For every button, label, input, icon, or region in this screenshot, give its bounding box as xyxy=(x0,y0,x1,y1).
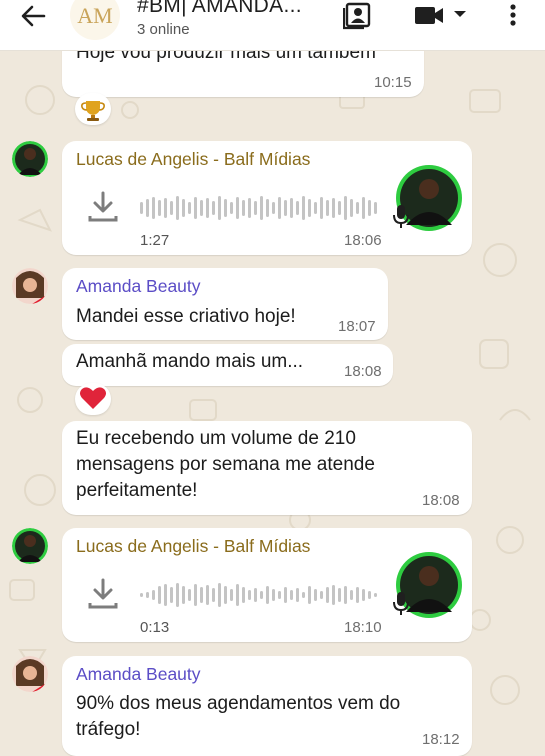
lucas-avatar-image xyxy=(12,141,48,177)
audio-duration: 0:13 xyxy=(140,619,170,636)
sender-name[interactable]: Lucas de Angelis - Balf Mídias xyxy=(76,536,310,557)
contact-card-icon[interactable] xyxy=(343,2,373,30)
message-time: 10:15 xyxy=(374,74,412,91)
microphone-icon xyxy=(393,592,409,615)
back-arrow-icon[interactable] xyxy=(18,3,52,29)
audio-waveform[interactable] xyxy=(140,193,380,223)
audio-waveform[interactable] xyxy=(140,580,380,610)
sender-name[interactable]: Amanda Beauty xyxy=(76,664,201,685)
message-time: 18:06 xyxy=(344,232,382,249)
avatar-lucas[interactable] xyxy=(12,141,48,177)
avatar-lucas[interactable] xyxy=(12,528,48,564)
audio-message-bubble[interactable]: Lucas de Angelis - Balf Mídias xyxy=(62,528,472,642)
amanda-avatar-image xyxy=(12,656,48,692)
message-time: 18:07 xyxy=(338,318,376,335)
video-call-icon[interactable] xyxy=(413,2,445,28)
message-bubble[interactable]: Amanhã mando mais um... 18:08 xyxy=(62,344,393,386)
amanda-avatar-image xyxy=(12,268,48,304)
svg-text:AM: AM xyxy=(77,3,112,28)
chat-header: AM #BM| AMANDA... 3 online xyxy=(0,0,545,51)
message-text: Mandei esse criativo hoje! xyxy=(76,306,296,327)
message-text: Amanhã mando mais um... xyxy=(76,351,304,372)
trophy-icon xyxy=(81,101,105,121)
message-text-line: Eu recebendo um volume de 210 xyxy=(76,428,356,449)
online-status: 3 online xyxy=(137,21,190,38)
sender-name[interactable]: Amanda Beauty xyxy=(76,276,201,297)
message-time: 18:08 xyxy=(422,492,460,509)
message-text-line: mensagens por semana me atende xyxy=(76,454,375,475)
dropdown-icon[interactable] xyxy=(452,8,468,20)
message-time: 18:10 xyxy=(344,619,382,636)
download-icon[interactable] xyxy=(87,577,119,611)
group-name[interactable]: #BM| AMANDA... xyxy=(137,0,302,18)
sender-name[interactable]: Lucas de Angelis - Balf Mídias xyxy=(76,149,310,170)
microphone-icon xyxy=(393,205,409,228)
lucas-avatar-image xyxy=(12,528,48,564)
reaction-heart[interactable] xyxy=(75,383,111,415)
message-text-line: 90% dos meus agendamentos vem do xyxy=(76,693,401,714)
reaction-trophy[interactable] xyxy=(75,93,111,125)
message-bubble[interactable]: Amanda Beauty Mandei esse criativo hoje!… xyxy=(62,268,388,340)
avatar-amanda[interactable] xyxy=(12,656,48,692)
group-avatar[interactable]: AM xyxy=(70,0,120,40)
message-text-line: tráfego! xyxy=(76,719,141,740)
download-icon[interactable] xyxy=(87,190,119,224)
avatar-amanda[interactable] xyxy=(12,268,48,304)
message-bubble[interactable]: Eu recebendo um volume de 210 mensagens … xyxy=(62,421,472,515)
group-logo-icon: AM xyxy=(77,3,112,28)
more-options-icon[interactable] xyxy=(505,2,521,30)
message-bubble[interactable]: Amanda Beauty 90% dos meus agendamentos … xyxy=(62,656,472,756)
heart-icon xyxy=(80,387,106,409)
message-time: 18:08 xyxy=(344,363,382,380)
message-text-line: perfeitamente! xyxy=(76,480,198,501)
audio-duration: 1:27 xyxy=(140,232,170,249)
audio-message-bubble[interactable]: Lucas de Angelis - Balf Mídias xyxy=(62,141,472,255)
